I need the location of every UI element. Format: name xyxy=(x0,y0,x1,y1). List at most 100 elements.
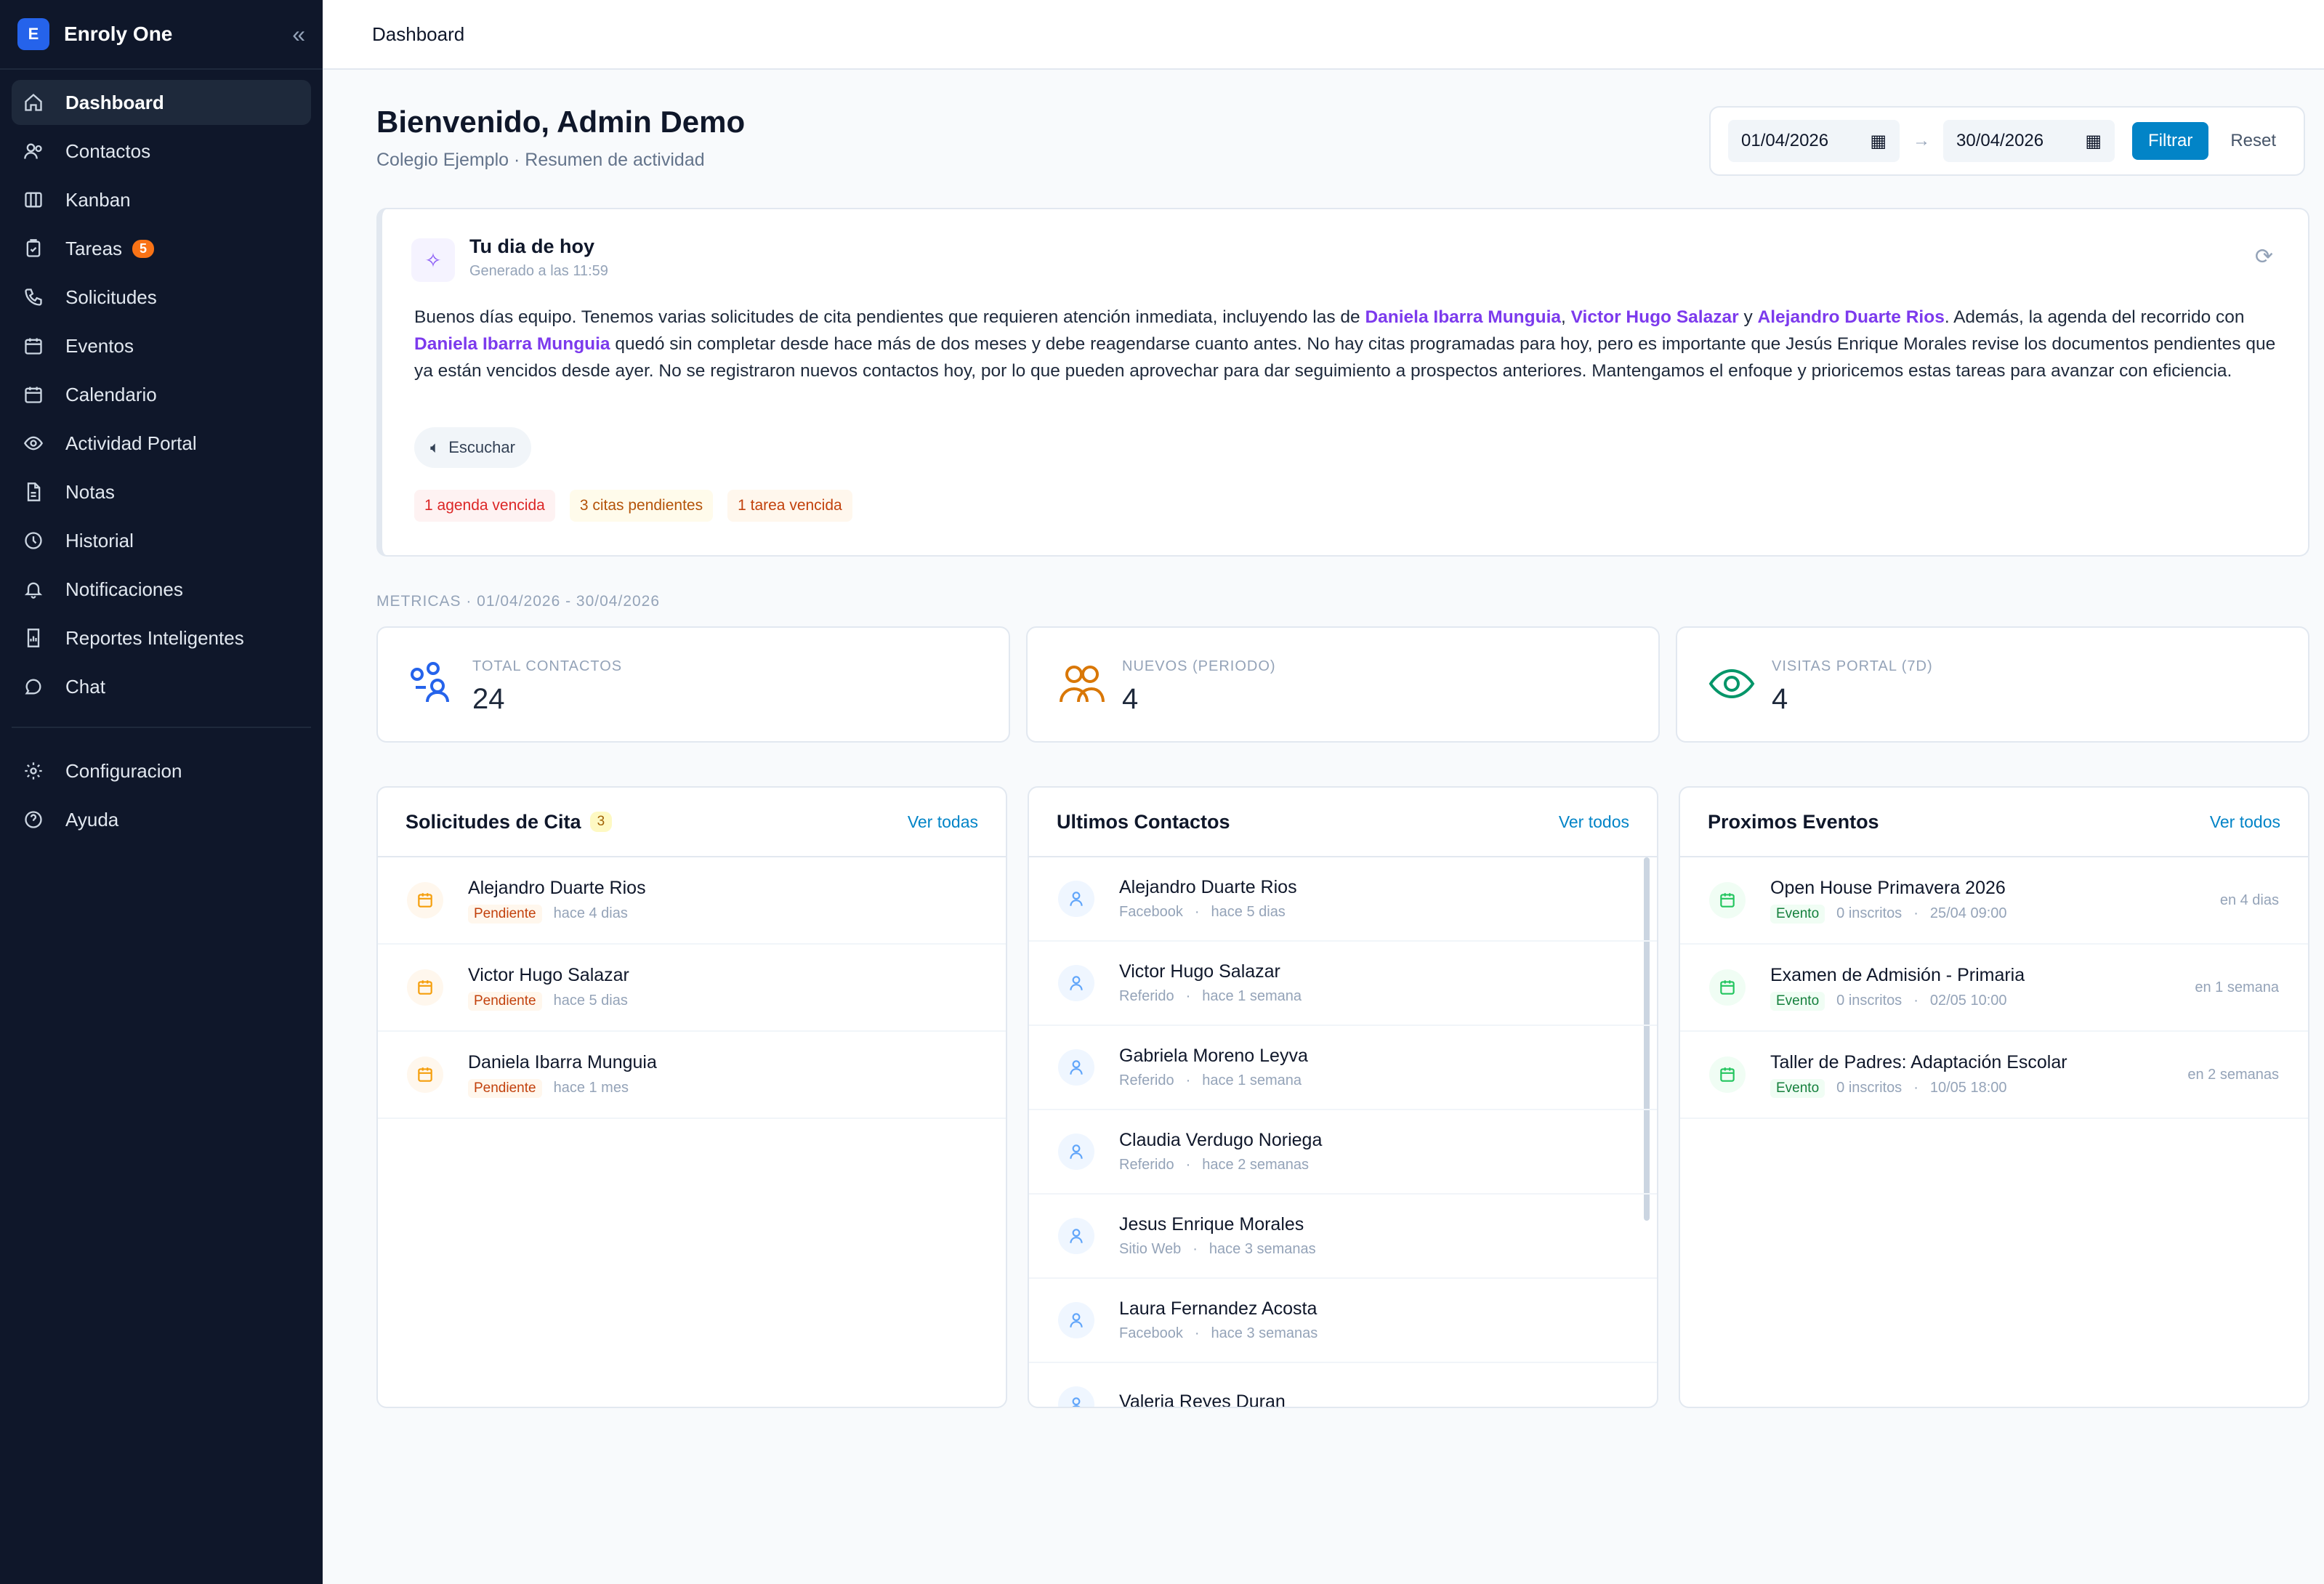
main-content: Bienvenido, Admin Demo Colegio Ejemplo ·… xyxy=(323,70,2324,1584)
ver-todos-link[interactable]: Ver todos xyxy=(2210,812,2280,832)
list-item[interactable]: Alejandro Duarte Rios Pendiente hace 4 dia… xyxy=(378,857,1006,945)
tag-tarea-vencida: 1 tarea vencida xyxy=(727,490,852,522)
sidebar-item-solicitudes[interactable]: Solicitudes xyxy=(12,275,311,320)
user-icon xyxy=(1058,1049,1094,1086)
chat-icon xyxy=(22,675,45,698)
sidebar-item-dashboard[interactable]: Dashboard xyxy=(12,80,311,125)
list-item[interactable]: Valeria Reyes Duran xyxy=(1029,1363,1657,1407)
item-source: Referido xyxy=(1119,1072,1174,1088)
listen-button[interactable]: 🔈︎ Escuchar xyxy=(414,427,531,468)
list-item[interactable]: Victor Hugo Salazar Pendiente hace 5 dias xyxy=(378,945,1006,1032)
item-body: Examen de Admisión - Primaria Evento 0 ins… xyxy=(1770,965,2025,1011)
calendar-icon xyxy=(22,383,45,406)
date-to-input[interactable]: 30/04/2026 ▦ xyxy=(1943,120,2115,162)
item-body: Daniela Ibarra Munguia Pendiente hace 1 me… xyxy=(468,1052,657,1098)
tareas-count-badge: 5 xyxy=(132,239,155,258)
contact-link[interactable]: Daniela Ibarra Munguia xyxy=(414,334,610,354)
sidebar-item-label: Notificaciones xyxy=(65,578,183,600)
clipboard-icon xyxy=(22,237,45,260)
user-icon xyxy=(1058,1386,1094,1407)
separator: · xyxy=(1913,1080,1918,1096)
generated-time: Generado a las 11:59 xyxy=(469,263,608,279)
list-item[interactable]: Jesus Enrique Morales Sitio Web · hace 3 se… xyxy=(1029,1195,1657,1279)
sidebar-item-eventos[interactable]: Eventos xyxy=(12,323,311,368)
item-date: 10/05 18:00 xyxy=(1929,1080,2007,1096)
item-meta: Evento 0 inscritos · 02/05 10:00 xyxy=(1770,991,2025,1011)
date-from-input[interactable]: 01/04/2026 ▦ xyxy=(1728,120,1900,162)
item-source: Facebook xyxy=(1119,1325,1183,1341)
item-name: Laura Fernandez Acosta xyxy=(1119,1298,1318,1319)
contact-link[interactable]: Daniela Ibarra Munguia xyxy=(1365,307,1561,327)
sidebar-item-tareas[interactable]: Tareas 5 xyxy=(12,226,311,271)
topbar: Dashboard xyxy=(323,0,2324,70)
date-from-value: 01/04/2026 xyxy=(1741,131,1829,150)
calendar-icon xyxy=(22,334,45,357)
summary-text: quedó sin completar desde hace más de do… xyxy=(414,334,2276,381)
list-item[interactable]: Daniela Ibarra Munguia Pendiente hace 1 me… xyxy=(378,1032,1006,1119)
relative-time: en 4 dias xyxy=(2219,892,2279,908)
alert-tags: 1 agenda vencida 3 citas pendientes 1 ta… xyxy=(414,490,852,522)
sidebar-item-reportes[interactable]: Reportes Inteligentes xyxy=(12,615,311,660)
users-network-icon xyxy=(411,662,449,703)
item-name: Victor Hugo Salazar xyxy=(1119,961,1280,982)
sidebar-item-actividad-portal[interactable]: Actividad Portal xyxy=(12,421,311,466)
item-name: Alejandro Duarte Rios xyxy=(468,877,646,898)
item-source: Facebook xyxy=(1119,904,1183,920)
sidebar-item-contactos[interactable]: Contactos xyxy=(12,129,311,174)
user-icon xyxy=(1058,881,1094,917)
metric-total-contactos: TOTAL CONTACTOS 24 xyxy=(376,626,1010,743)
ver-todos-link[interactable]: Ver todos xyxy=(1559,812,1629,832)
item-meta: Evento 0 inscritos · 25/04 09:00 xyxy=(1770,904,2007,924)
sidebar-item-historial[interactable]: Historial xyxy=(12,518,311,563)
item-date: 02/05 10:00 xyxy=(1929,993,2007,1009)
list-item[interactable]: Gabriela Moreno Leyva Referido · hace 1 sem… xyxy=(1029,1026,1657,1110)
separator: · xyxy=(1913,905,1918,921)
user-icon xyxy=(1058,1134,1094,1170)
item-body: Alejandro Duarte Rios Pendiente hace 4 dia… xyxy=(468,878,646,924)
sidebar-item-label: Eventos xyxy=(65,334,134,357)
eye-icon xyxy=(1708,668,1755,699)
clock-icon xyxy=(22,529,45,552)
sidebar-item-ayuda[interactable]: Ayuda xyxy=(12,797,311,842)
contact-link[interactable]: Victor Hugo Salazar xyxy=(1571,307,1739,327)
list-item[interactable]: Victor Hugo Salazar Referido · hace 1 seman… xyxy=(1029,942,1657,1026)
refresh-icon[interactable]: ⟳ xyxy=(2255,244,2273,270)
item-body: Jesus Enrique Morales Sitio Web · hace 3 se… xyxy=(1119,1214,1316,1258)
eye-icon xyxy=(22,432,45,455)
metric-label: VISITAS PORTAL (7D) xyxy=(1772,658,1933,674)
page-title: Bienvenido, Admin Demo xyxy=(376,105,746,139)
item-time: hace 3 semanas xyxy=(1211,1325,1318,1341)
contact-link[interactable]: Alejandro Duarte Rios xyxy=(1758,307,1945,327)
bell-icon xyxy=(22,578,45,601)
sidebar-item-notas[interactable]: Notas xyxy=(12,469,311,514)
sidebar-item-label: Actividad Portal xyxy=(65,432,197,454)
list-item[interactable]: Examen de Admisión - Primaria Evento 0 ins… xyxy=(1680,945,2308,1032)
list-item[interactable]: Taller de Padres: Adaptación Escolar Even… xyxy=(1680,1032,2308,1119)
sidebar-item-configuracion[interactable]: Configuracion xyxy=(12,748,311,793)
sidebar-item-kanban[interactable]: Kanban xyxy=(12,177,311,222)
page-subtitle: Colegio Ejemplo · Resumen de actividad xyxy=(376,150,705,170)
sidebar-item-calendario[interactable]: Calendario xyxy=(12,372,311,417)
item-meta: Facebook · hace 5 dias xyxy=(1119,904,1297,921)
collapse-sidebar-icon[interactable]: « xyxy=(292,21,305,48)
sidebar-item-notificaciones[interactable]: Notificaciones xyxy=(12,567,311,612)
item-meta: Sitio Web · hace 3 semanas xyxy=(1119,1241,1316,1258)
sidebar-item-chat[interactable]: Chat xyxy=(12,664,311,709)
status-badge: Pendiente xyxy=(468,904,542,924)
arrow-right-icon: → xyxy=(1913,131,1930,150)
ver-todas-link[interactable]: Ver todas xyxy=(908,812,978,832)
filter-button[interactable]: Filtrar xyxy=(2132,122,2209,160)
separator: · xyxy=(1913,993,1918,1009)
panel-title: Solicitudes de Cita xyxy=(406,810,581,833)
list-item[interactable]: Laura Fernandez Acosta Facebook · hace 3 se… xyxy=(1029,1279,1657,1363)
calendar-icon xyxy=(1709,882,1746,918)
welcome-header: Bienvenido, Admin Demo Colegio Ejemplo ·… xyxy=(376,105,745,171)
list-item[interactable]: Claudia Verdugo Noriega Referido · hace 2 s… xyxy=(1029,1110,1657,1195)
sidebar-item-label: Calendario xyxy=(65,383,157,405)
reset-button[interactable]: Reset xyxy=(2230,131,2276,151)
list-item[interactable]: Alejandro Duarte Rios Facebook · hace 5 dia… xyxy=(1029,857,1657,942)
item-inscritos: 0 inscritos xyxy=(1836,993,1903,1009)
list-item[interactable]: Open House Primavera 2026 Evento 0 inscrit… xyxy=(1680,857,2308,945)
metric-nuevos: NUEVOS (PERIODO) 4 xyxy=(1026,626,1660,743)
item-meta: Referido · hace 1 semana xyxy=(1119,988,1302,1005)
